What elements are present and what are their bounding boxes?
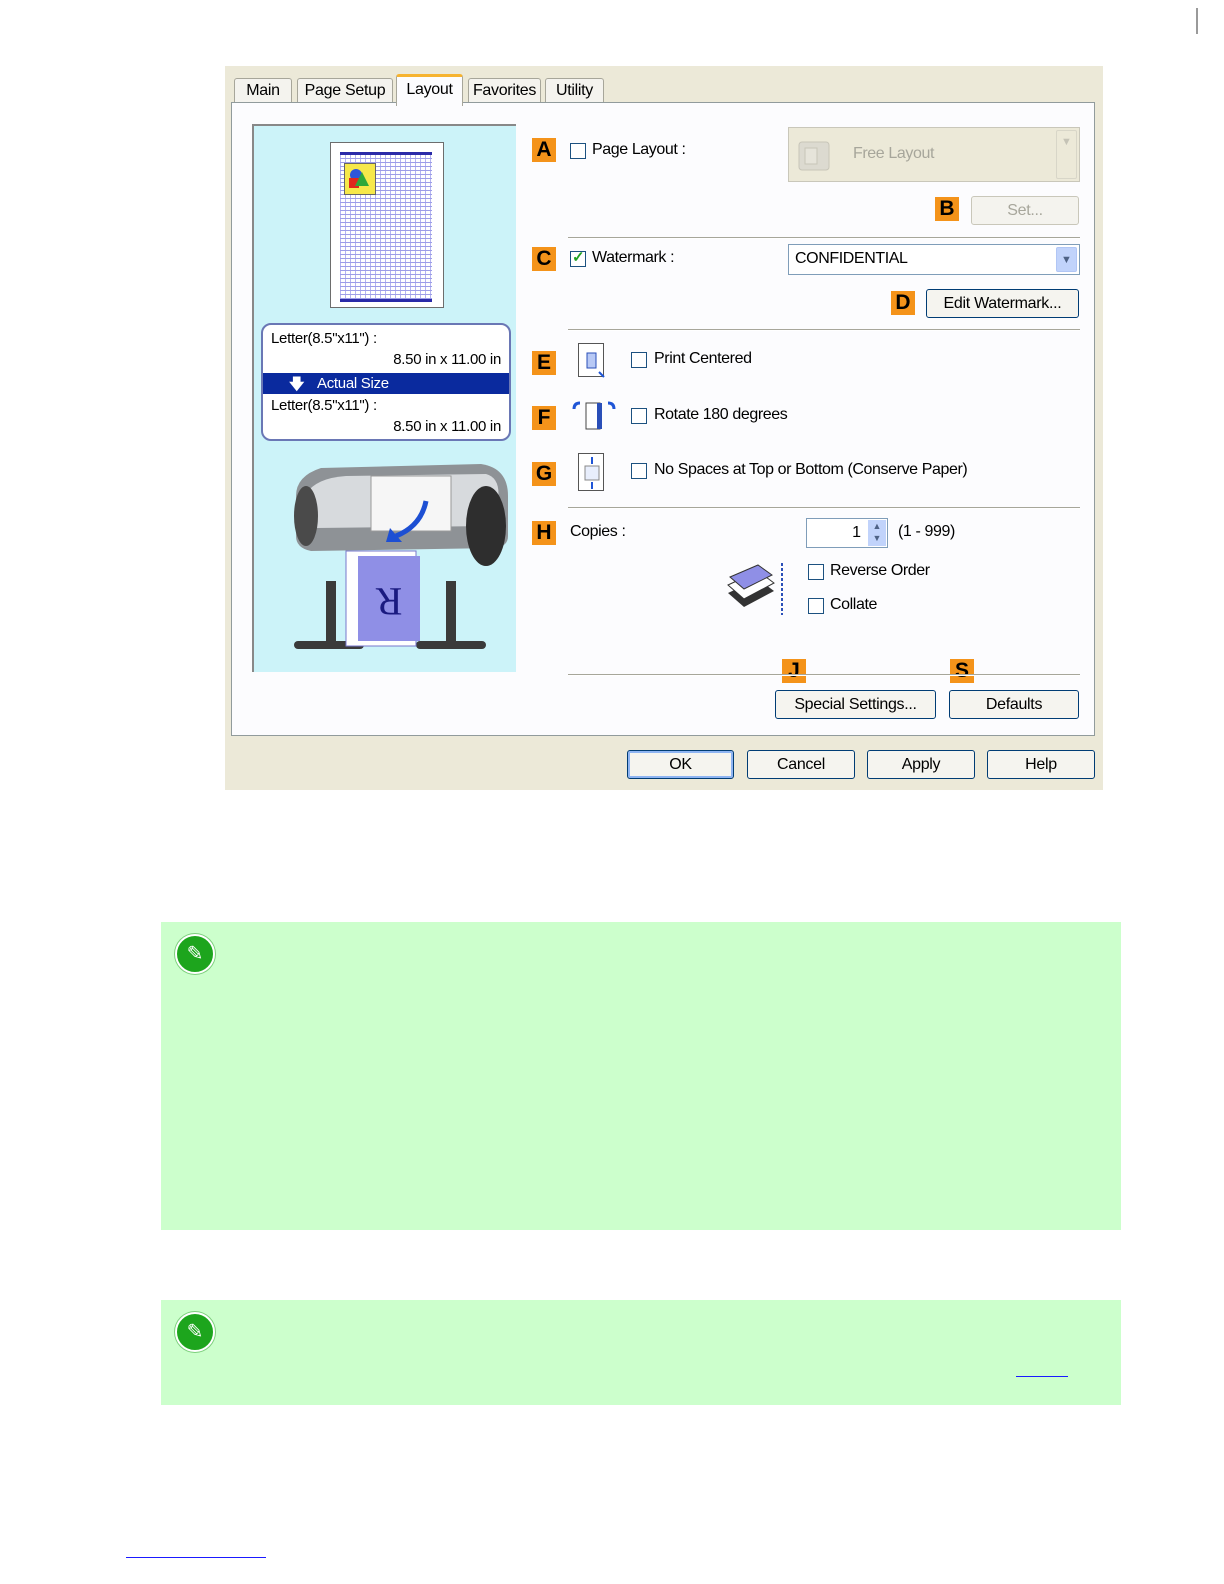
pencil-note-icon: ✎ — [175, 1312, 215, 1352]
spin-arrows-icon[interactable]: ▲ ▼ — [868, 520, 886, 546]
rotate-icon — [570, 399, 618, 433]
special-settings-button[interactable]: Special Settings... — [775, 690, 936, 719]
watermark-label: Watermark : — [592, 249, 675, 266]
copies-spinner[interactable]: 1 ▲ ▼ — [806, 518, 888, 548]
output-size-label: Letter(8.5"x11") : — [271, 397, 377, 414]
copies-label: Copies : — [570, 523, 626, 540]
print-centered-icon — [578, 343, 605, 378]
ok-button[interactable]: OK — [627, 750, 734, 779]
chevron-down-icon: ▼ — [1056, 247, 1077, 272]
tab-layout[interactable]: Layout — [396, 74, 463, 106]
badge-b: B — [935, 197, 959, 221]
watermark-value: CONFIDENTIAL — [795, 250, 908, 267]
badge-c: C — [532, 247, 556, 271]
defaults-button[interactable]: Defaults — [949, 690, 1079, 719]
watermark-select[interactable]: CONFIDENTIAL ▼ — [788, 244, 1080, 275]
page-layout-value: Free Layout — [853, 145, 934, 162]
rotate-180-checkbox[interactable] — [631, 408, 647, 424]
separator — [568, 329, 1080, 331]
scaling-label: Actual Size — [317, 375, 389, 392]
page-edge-mark — [1196, 8, 1198, 34]
cancel-button[interactable]: Cancel — [747, 750, 855, 779]
output-dimensions: 8.50 in x 11.00 in — [393, 418, 501, 435]
apply-button[interactable]: Apply — [867, 750, 975, 779]
chevron-down-icon: ▼ — [1056, 130, 1077, 179]
note-box: ✎ — [161, 922, 1121, 1230]
print-centered-checkbox[interactable] — [631, 352, 647, 368]
help-button[interactable]: Help — [987, 750, 1095, 779]
pencil-note-icon: ✎ — [175, 934, 215, 974]
page-layout-checkbox[interactable] — [570, 143, 586, 159]
separator — [568, 237, 1080, 239]
reverse-order-label: Reverse Order — [830, 562, 930, 579]
source-dimensions: 8.50 in x 11.00 in — [393, 351, 501, 368]
tab-page-setup[interactable]: Page Setup — [297, 78, 393, 103]
reverse-order-checkbox[interactable] — [808, 564, 824, 580]
copies-range: (1 - 999) — [898, 523, 955, 540]
edit-watermark-button[interactable]: Edit Watermark... — [926, 289, 1079, 318]
conserve-paper-icon — [578, 453, 604, 491]
scaling-bar: 🡇 Actual Size — [263, 373, 509, 394]
large-format-printer-illustration: R — [286, 456, 516, 666]
no-spaces-checkbox[interactable] — [631, 463, 647, 479]
print-centered-label: Print Centered — [654, 350, 752, 367]
shapes-image-icon — [344, 163, 376, 195]
bottom-link[interactable] — [126, 1557, 266, 1558]
source-size-label: Letter(8.5"x11") : — [271, 330, 377, 347]
free-layout-icon — [795, 136, 835, 176]
badge-h: H — [532, 521, 556, 545]
badge-e: E — [532, 351, 556, 375]
page-layout-select[interactable]: Free Layout ▼ — [788, 127, 1080, 182]
svg-text:R: R — [375, 579, 402, 624]
badge-s: S — [950, 659, 974, 683]
layout-panel: Letter(8.5"x11") : 8.50 in x 11.00 in 🡇 … — [231, 102, 1095, 736]
no-spaces-label: No Spaces at Top or Bottom (Conserve Pap… — [654, 461, 968, 478]
badge-j: J — [782, 659, 806, 683]
tab-utility[interactable]: Utility — [545, 78, 604, 103]
paper-size-info: Letter(8.5"x11") : 8.50 in x 11.00 in 🡇 … — [261, 323, 511, 441]
copies-value: 1 — [852, 524, 861, 541]
set-button[interactable]: Set... — [971, 196, 1079, 225]
collate-checkbox[interactable] — [808, 598, 824, 614]
stacked-pages-icon — [724, 559, 790, 619]
watermark-checkbox[interactable] — [570, 248, 586, 267]
print-preview-area: Letter(8.5"x11") : 8.50 in x 11.00 in 🡇 … — [252, 124, 516, 672]
rotate-180-label: Rotate 180 degrees — [654, 406, 788, 423]
page-link[interactable] — [1016, 1376, 1068, 1377]
note-box: ✎ — [161, 1300, 1121, 1405]
badge-d: D — [891, 291, 915, 315]
down-arrow-icon: 🡇 — [289, 376, 305, 393]
badge-a: A — [532, 138, 556, 162]
separator — [568, 507, 1080, 509]
tab-main[interactable]: Main — [234, 78, 292, 103]
page-preview — [330, 142, 444, 308]
collate-label: Collate — [830, 596, 878, 613]
tab-favorites[interactable]: Favorites — [468, 78, 541, 103]
page-layout-label: Page Layout : — [592, 141, 686, 158]
badge-f: F — [532, 406, 556, 430]
printer-properties-dialog: Main Page Setup Layout Favorites Utility… — [225, 66, 1103, 790]
separator — [568, 674, 1080, 676]
badge-g: G — [532, 462, 556, 486]
